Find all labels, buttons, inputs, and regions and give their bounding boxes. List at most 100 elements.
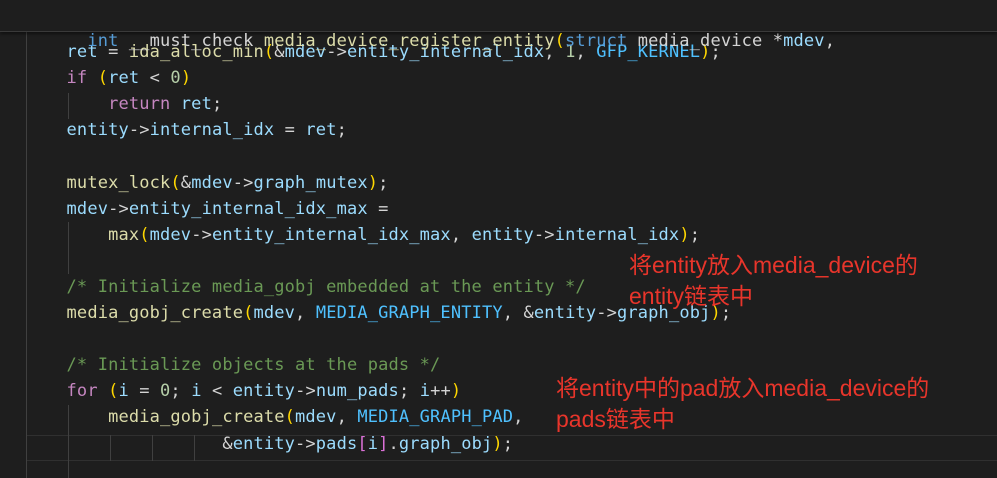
code-token: (: [170, 173, 181, 193]
code-token: ): [180, 68, 192, 88]
code-token: internal_idx: [149, 120, 275, 140]
code-line: max(mdev->entity_internal_idx_max, entit…: [25, 222, 700, 248]
code-token: *: [762, 31, 784, 51]
code-token: ,: [295, 303, 316, 323]
code-token: entity: [232, 381, 296, 401]
code-token: ->: [596, 303, 618, 323]
code-token: media_device: [637, 31, 763, 51]
code-token: return: [108, 94, 171, 114]
annotation-line: entity链表中: [629, 283, 753, 309]
code-token: i: [367, 434, 379, 454]
code-token: if: [66, 68, 88, 88]
code-token: entity: [533, 303, 597, 323]
code-token: ret: [180, 94, 212, 114]
code-token: (: [139, 225, 150, 245]
annotation-line: 将entity中的pad放入media_device的: [556, 375, 930, 401]
indent-guide: [68, 222, 69, 274]
code-token: mdev: [191, 173, 233, 193]
code-token: i: [419, 381, 431, 401]
code-token: ->: [128, 120, 150, 140]
code-token: ;: [378, 173, 389, 193]
code-token: int: [87, 31, 119, 51]
code-token: mutex_lock: [66, 173, 171, 193]
code-token: num_pads: [315, 381, 399, 401]
code-token: entity: [66, 120, 129, 140]
code-token: ,: [824, 31, 836, 51]
indent-guide: [68, 93, 69, 119]
code-token: __must_check: [128, 31, 254, 51]
code-token: ): [679, 225, 690, 245]
code-line: for (i = 0; i < entity->num_pads; i++): [25, 378, 462, 404]
code-token: media_device_register_entity: [263, 31, 555, 51]
code-token: /* Initialize media_gobj embedded at the…: [66, 277, 586, 297]
indent-guide: [68, 405, 69, 478]
entity-list-annotation: 将entity放入media_device的 entity链表中: [629, 250, 918, 312]
sticky-scroll-header[interactable]: int __must_check media_device_register_e…: [0, 0, 997, 51]
code-line: /* Initialize objects at the pads */: [25, 352, 441, 378]
code-token: max: [108, 225, 140, 245]
indent-guide: [26, 31, 27, 478]
code-token: ret: [108, 68, 140, 88]
code-token: i: [118, 381, 129, 401]
code-token: mdev: [66, 199, 109, 219]
code-token: ;: [502, 434, 514, 454]
code-token: ;: [336, 120, 347, 140]
code-token: pads: [315, 434, 358, 454]
code-token: ->: [295, 434, 316, 454]
code-token: ++: [430, 381, 451, 401]
code-token: MEDIA_GRAPH_ENTITY: [315, 303, 503, 323]
code-token: mdev: [783, 31, 825, 51]
code-token: ret: [305, 120, 337, 140]
indent-guide: [194, 435, 195, 461]
code-token: <: [201, 381, 233, 401]
code-token: mdev: [295, 407, 337, 427]
code-token: i: [191, 381, 202, 401]
code-token: =: [367, 199, 389, 219]
code-token: &: [222, 434, 233, 454]
code-token: entity_internal_idx_max: [211, 225, 451, 245]
code-line: return ret;: [25, 91, 222, 117]
code-token: graph_obj: [398, 434, 493, 454]
code-token: ): [450, 381, 462, 401]
code-token: ->: [295, 381, 316, 401]
code-token: entity: [471, 225, 534, 245]
code-token: &: [180, 173, 192, 193]
code-token: &: [523, 303, 534, 323]
code-token: entity_internal_idx_max: [128, 199, 368, 219]
code-token: ;: [170, 381, 192, 401]
indent-guide: [152, 435, 153, 461]
code-token: (: [554, 31, 566, 51]
code-token: ;: [689, 225, 701, 245]
code-token: mdev: [149, 225, 192, 245]
code-token: entity: [232, 434, 296, 454]
code-token: (: [97, 68, 109, 88]
code-line: media_gobj_create(mdev, MEDIA_GRAPH_ENTI…: [25, 300, 732, 326]
function-signature-line: int __must_check media_device_register_e…: [25, 2, 835, 51]
code-token: ->: [191, 225, 212, 245]
code-token: ,: [450, 225, 472, 245]
code-token: struct: [565, 31, 628, 51]
code-token: media_gobj_create: [66, 303, 244, 323]
code-token: ;: [398, 381, 420, 401]
code-token: =: [128, 381, 161, 401]
code-line: /* Initialize media_gobj embedded at the…: [25, 274, 586, 300]
code-editor[interactable]: int __must_check media_device_register_e…: [0, 0, 997, 478]
code-line: media_gobj_create(mdev, MEDIA_GRAPH_PAD,: [25, 404, 524, 430]
code-token: media_gobj_create: [108, 407, 285, 427]
code-token: ,: [513, 407, 524, 427]
code-token: .: [388, 434, 399, 454]
code-token: ->: [232, 173, 254, 193]
indent-guide: [110, 435, 111, 461]
code-token: ): [367, 173, 379, 193]
